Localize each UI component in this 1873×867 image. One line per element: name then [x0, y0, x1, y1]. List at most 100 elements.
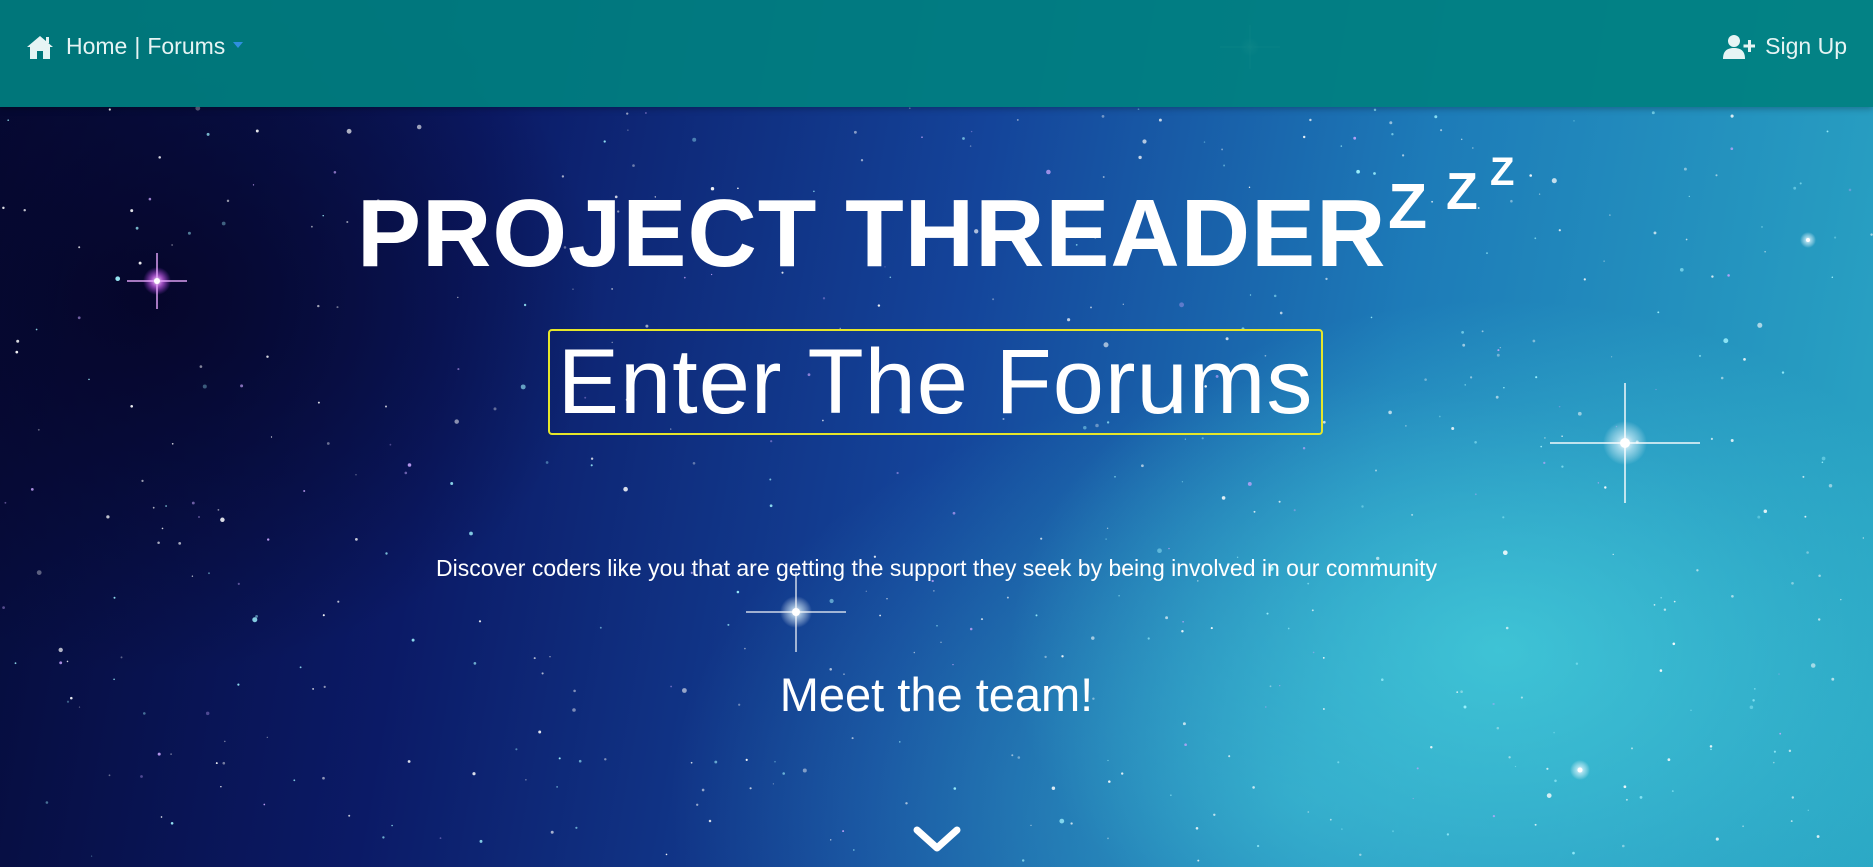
background-star: [1106, 527, 1109, 529]
sparkle-star: [1800, 232, 1816, 248]
caret-down-icon[interactable]: [233, 41, 244, 48]
background-star: [266, 355, 269, 358]
background-star: [171, 244, 173, 246]
background-star: [1807, 809, 1810, 812]
signup-button[interactable]: Sign Up: [1723, 33, 1847, 60]
background-star: [851, 737, 854, 740]
background-star: [1603, 260, 1605, 262]
background-star: [310, 225, 313, 228]
background-star: [1653, 231, 1657, 235]
background-star: [346, 128, 352, 134]
background-star: [1181, 481, 1184, 483]
background-star: [1322, 656, 1325, 659]
background-star: [120, 656, 123, 659]
background-star: [1184, 438, 1187, 440]
forums-link[interactable]: Forums: [147, 33, 225, 60]
background-star: [525, 779, 527, 781]
home-icon[interactable]: [26, 34, 54, 60]
background-star: [1179, 302, 1185, 308]
background-star: [1779, 732, 1782, 735]
background-star: [1503, 386, 1505, 389]
background-star: [1170, 794, 1172, 796]
background-star: [23, 208, 26, 212]
meet-team-heading: Meet the team!: [779, 668, 1094, 721]
background-star: [1309, 118, 1312, 122]
background-star: [1168, 547, 1170, 550]
enter-forums-button[interactable]: Enter The Forums: [548, 329, 1323, 435]
background-star: [266, 736, 268, 738]
background-star: [665, 853, 668, 856]
background-star: [1253, 510, 1256, 513]
background-star: [1391, 133, 1394, 136]
background-star: [692, 461, 696, 465]
background-star: [1486, 252, 1488, 254]
background-star: [1653, 604, 1656, 606]
background-star: [1121, 772, 1124, 775]
background-star: [1502, 516, 1505, 519]
background-star: [992, 298, 995, 301]
home-link[interactable]: Home: [66, 33, 127, 60]
background-star: [1572, 851, 1575, 855]
background-star: [1709, 745, 1713, 748]
background-star: [148, 197, 152, 201]
background-star: [170, 753, 172, 755]
background-star: [1635, 440, 1639, 444]
background-star: [933, 590, 935, 592]
background-star: [187, 231, 191, 235]
background-star: [1793, 186, 1797, 190]
background-star: [545, 461, 549, 464]
background-star: [469, 531, 473, 536]
background-star: [921, 136, 923, 139]
background-star: [1147, 637, 1150, 640]
background-star: [493, 407, 497, 411]
background-star: [158, 156, 161, 159]
background-star: [1862, 537, 1864, 539]
background-star: [141, 479, 144, 483]
background-star: [1114, 475, 1116, 478]
background-star: [611, 288, 613, 290]
background-star: [1730, 439, 1734, 442]
background-star: [1090, 306, 1092, 309]
background-star: [1044, 655, 1047, 659]
background-star: [1534, 237, 1537, 240]
background-star: [1630, 747, 1634, 750]
background-star: [714, 760, 718, 764]
background-star: [860, 159, 864, 162]
background-star: [561, 175, 565, 178]
user-plus-icon: [1723, 34, 1756, 60]
background-star: [1781, 371, 1785, 374]
background-star: [1266, 612, 1269, 615]
background-star: [970, 130, 973, 133]
background-star: [90, 855, 93, 857]
background-star: [1791, 796, 1794, 799]
background-star: [1021, 859, 1025, 862]
background-star: [1561, 435, 1563, 437]
background-star: [270, 436, 273, 438]
background-star: [1361, 505, 1364, 508]
chevron-down-icon[interactable]: [913, 822, 961, 856]
background-star: [1287, 627, 1290, 630]
background-star: [1817, 618, 1821, 621]
background-star: [1481, 330, 1484, 333]
background-star: [1657, 311, 1660, 314]
background-star: [1122, 303, 1124, 305]
background-star: [14, 662, 17, 665]
background-star: [404, 471, 408, 475]
background-star: [1430, 746, 1433, 749]
background-star: [1535, 376, 1538, 379]
background-star: [1685, 238, 1688, 241]
background-star: [138, 261, 142, 265]
background-star: [1051, 786, 1056, 790]
background-star: [1107, 837, 1109, 840]
background-star: [879, 614, 881, 617]
background-star: [382, 836, 385, 839]
background-star: [962, 137, 965, 140]
background-star: [558, 757, 561, 760]
background-star: [1715, 837, 1719, 841]
background-star: [774, 760, 776, 763]
background-star: [952, 511, 956, 515]
background-star: [1061, 655, 1064, 658]
background-star: [157, 541, 160, 544]
background-star: [1546, 767, 1549, 770]
background-star: [1532, 339, 1536, 343]
